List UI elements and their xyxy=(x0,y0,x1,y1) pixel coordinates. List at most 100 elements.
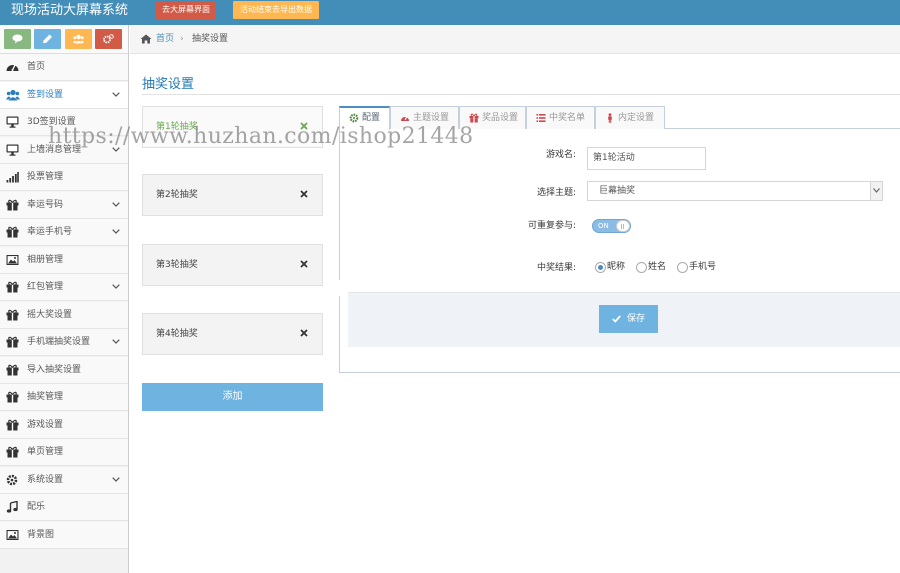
music-icon xyxy=(6,501,18,513)
theme-select[interactable]: 巨幕抽奖 xyxy=(587,181,883,201)
save-button[interactable]: 保存 xyxy=(599,305,658,333)
result-option-label: 昵称 xyxy=(607,262,626,272)
shortcut-users-button[interactable] xyxy=(65,29,92,49)
sidebar-item-label: 导入抽奖设置 xyxy=(27,364,82,375)
tab-winners[interactable]: 中奖名单 xyxy=(526,106,595,129)
desktop-icon xyxy=(6,116,19,128)
breadcrumb-separator: › xyxy=(180,34,184,44)
users-icon xyxy=(73,34,84,44)
sidebar-item-lucky-number[interactable]: 幸运号码 xyxy=(0,191,128,219)
tab-label: 奖品设置 xyxy=(482,113,519,123)
sidebar-item-background-image[interactable]: 背景图 xyxy=(0,521,128,549)
round-label: 第3轮抽奖 xyxy=(156,260,198,270)
tab-preset[interactable]: 内定设置 xyxy=(595,106,665,129)
sidebar-item-mobile-lottery[interactable]: 手机端抽奖设置 xyxy=(0,329,128,356)
desktop-icon xyxy=(6,144,19,156)
sidebar-item-label: 背景图 xyxy=(27,529,55,540)
chevron-down-icon xyxy=(873,188,880,193)
shortcut-pencil-button[interactable] xyxy=(34,29,61,49)
sidebar-item-red-packet[interactable]: 红包管理 xyxy=(0,274,128,301)
breadcrumb-current: 抽奖设置 xyxy=(192,34,229,44)
check-icon xyxy=(612,315,621,323)
sidebar-item-game-settings[interactable]: 游戏设置 xyxy=(0,411,128,439)
sidebar-item-system-settings[interactable]: 系统设置 xyxy=(0,466,128,494)
chevron-down-icon xyxy=(112,91,120,97)
page-title: 抽奖设置 xyxy=(142,77,195,92)
result-label: 中奖结果: xyxy=(536,263,576,273)
sidebar-item-lottery-management[interactable]: 抽奖管理 xyxy=(0,384,128,411)
chevron-down-icon xyxy=(112,339,120,344)
pencil-icon xyxy=(43,34,52,43)
sidebar-item-single-page[interactable]: 单页管理 xyxy=(0,439,128,466)
sidebar-item-music[interactable]: 配乐 xyxy=(0,494,128,521)
sidebar-item-label: 手机端抽奖设置 xyxy=(27,337,91,347)
theme-label: 选择主题: xyxy=(536,188,576,198)
sidebar-item-label: 相册管理 xyxy=(27,254,64,265)
signal-icon xyxy=(6,171,19,183)
gift-icon xyxy=(469,113,479,123)
sidebar-item-label: 抽奖管理 xyxy=(27,392,64,402)
list-icon xyxy=(536,114,546,122)
delete-icon[interactable] xyxy=(300,260,308,268)
sidebar-item-album[interactable]: 相册管理 xyxy=(0,246,128,274)
add-round-button[interactable]: 添加 xyxy=(142,383,323,411)
toggle-knob xyxy=(616,220,630,232)
gift-icon xyxy=(6,226,19,238)
gift-icon xyxy=(6,364,19,376)
sidebar-item-home[interactable]: 首页 xyxy=(0,54,128,81)
sidebar-item-label: 游戏设置 xyxy=(27,419,64,430)
sidebar-shortcuts xyxy=(0,25,128,54)
gift-icon xyxy=(6,281,19,293)
round-item-2[interactable]: 第2轮抽奖 xyxy=(142,174,323,216)
sidebar-item-label: 投票管理 xyxy=(27,172,64,182)
toggle-state: ON xyxy=(598,222,609,230)
gift-icon xyxy=(6,391,19,403)
save-label: 保存 xyxy=(627,314,646,324)
sidebar-item-label: 幸运号码 xyxy=(27,199,64,210)
dashboard-icon xyxy=(6,61,19,73)
go-to-screen-button[interactable]: 去大屏幕界面 xyxy=(156,1,216,19)
chevron-down-icon xyxy=(112,229,120,234)
game-name-input[interactable]: 第1轮活动 xyxy=(587,147,706,170)
top-navbar: 现场活动大屏幕系统 去大屏幕界面 活动结束去导出数据 xyxy=(0,0,900,25)
cog-icon xyxy=(6,474,18,486)
sidebar-item-label: 配乐 xyxy=(27,502,46,512)
sidebar-item-label: 红包管理 xyxy=(27,282,64,292)
sidebar-item-lucky-phone[interactable]: 幸运手机号 xyxy=(0,219,128,246)
sidebar-item-label: 签到设置 xyxy=(27,89,64,100)
cogs-icon xyxy=(103,34,114,44)
sidebar-item-vote-management[interactable]: 投票管理 xyxy=(0,164,128,191)
picture-icon xyxy=(6,529,19,541)
comment-icon xyxy=(12,34,23,44)
result-radio-nickname[interactable] xyxy=(595,262,606,273)
gift-icon xyxy=(6,336,19,348)
result-option-label: 姓名 xyxy=(648,262,667,272)
repeat-toggle[interactable]: ON xyxy=(592,219,631,233)
shortcut-cogs-button[interactable] xyxy=(95,29,122,49)
round-item-3[interactable]: 第3轮抽奖 xyxy=(142,244,323,286)
brand-title: 现场活动大屏幕系统 xyxy=(11,3,129,18)
sidebar-item-checkin-settings[interactable]: 签到设置 xyxy=(0,81,128,109)
delete-icon[interactable] xyxy=(300,329,308,337)
result-radio-name[interactable] xyxy=(636,262,647,273)
chevron-down-icon xyxy=(112,284,120,289)
chevron-down-icon xyxy=(112,201,120,207)
gift-icon xyxy=(6,199,19,211)
sidebar-item-label: 系统设置 xyxy=(27,474,64,485)
delete-icon[interactable] xyxy=(300,190,308,198)
user-icon xyxy=(608,113,612,123)
export-data-button[interactable]: 活动结束去导出数据 xyxy=(233,1,319,19)
result-radio-phone[interactable] xyxy=(677,262,688,273)
tab-label: 内定设置 xyxy=(618,113,655,123)
round-item-4[interactable]: 第4轮抽奖 xyxy=(142,313,323,355)
home-icon xyxy=(140,34,152,44)
round-label: 第2轮抽奖 xyxy=(156,190,198,200)
shortcut-comment-button[interactable] xyxy=(4,29,31,49)
watermark: https://www.huzhan.com/ishop21448 xyxy=(48,124,474,149)
breadcrumb-home-link[interactable]: 首页 xyxy=(156,25,174,54)
users-icon xyxy=(6,89,20,101)
sidebar-item-import-lottery[interactable]: 导入抽奖设置 xyxy=(0,356,128,384)
gift-icon xyxy=(6,309,19,321)
sidebar-item-label: 首页 xyxy=(27,62,46,72)
sidebar-item-shake-prize[interactable]: 摇大奖设置 xyxy=(0,301,128,329)
